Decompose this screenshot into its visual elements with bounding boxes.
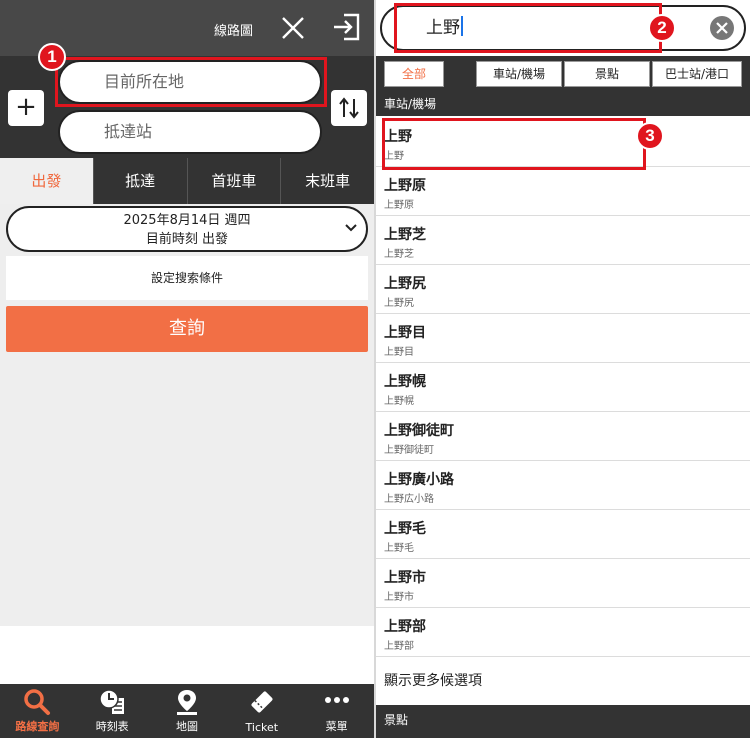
filter-spots[interactable]: 景點	[564, 61, 650, 87]
result-reading: 上野尻	[384, 298, 414, 309]
more-dots-icon	[324, 697, 349, 703]
result-row[interactable]: 上野幌 上野幌	[376, 363, 750, 412]
map-pin-icon	[176, 690, 197, 715]
result-name: 上野尻	[384, 276, 426, 292]
result-reading: 上野毛	[384, 543, 414, 554]
result-reading: 上野幌	[384, 396, 414, 407]
result-name: 上野部	[384, 619, 426, 635]
filter-bar: 全部 車站/機場 景點 巴士站/港口	[376, 56, 750, 92]
nav-route-search[interactable]: 路線查詢	[0, 684, 75, 738]
result-row[interactable]: 上野原 上野原	[376, 167, 750, 216]
ticket-icon	[251, 691, 273, 713]
result-row[interactable]: 上野廣小路 上野広小路	[376, 461, 750, 510]
highlight-box-search	[394, 3, 662, 53]
tab-last-train[interactable]: 末班車	[280, 158, 374, 204]
nav-label: 路線查詢	[15, 720, 60, 733]
show-more-candidates[interactable]: 顯示更多候選項	[376, 657, 750, 705]
result-reading: 上野部	[384, 641, 414, 652]
highlight-box-departure	[55, 57, 327, 107]
result-name: 上野芝	[384, 227, 426, 243]
result-row[interactable]: 上野部 上野部	[376, 608, 750, 657]
result-name: 上野目	[384, 325, 426, 341]
bottom-nav: 路線查詢 時刻表 地圖 Ticket 菜單	[0, 684, 374, 738]
swap-icon	[339, 97, 359, 119]
nav-map[interactable]: 地圖	[150, 684, 225, 738]
route-map-link[interactable]: 線路圖	[214, 20, 253, 39]
filter-stations[interactable]: 車站/機場	[476, 61, 562, 87]
add-via-button[interactable]: +	[8, 90, 44, 126]
station-search-panel: 上野 2 全部 車站/機場 景點 巴士站/港口 車站/機場 上野 上野 上野原 …	[376, 0, 750, 738]
nav-label: 地圖	[175, 720, 198, 733]
highlight-box-first-result	[382, 118, 646, 170]
nav-timetable[interactable]: 時刻表	[75, 684, 150, 738]
section-header-spots: 景點	[376, 705, 750, 738]
search-mode-tabs: 出發 抵達 首班車 末班車	[0, 158, 374, 204]
step-badge-3: 3	[636, 122, 664, 150]
tab-departure[interactable]: 出發	[0, 158, 93, 204]
content-spacer	[0, 626, 374, 684]
result-reading: 上野広小路	[384, 494, 434, 505]
nav-label: 時刻表	[95, 720, 129, 733]
result-row[interactable]: 上野市 上野市	[376, 559, 750, 608]
nav-label: 菜單	[325, 720, 348, 733]
clock-timetable-icon	[99, 689, 125, 714]
filter-bus-ports[interactable]: 巴士站/港口	[652, 61, 742, 87]
result-row[interactable]: 上野芝 上野芝	[376, 216, 750, 265]
result-name: 上野原	[384, 178, 426, 194]
section-header-stations: 車站/機場	[376, 92, 750, 116]
clear-search-button[interactable]	[710, 16, 734, 40]
result-reading: 上野御徒町	[384, 445, 434, 456]
search-icon	[24, 689, 51, 715]
result-reading: 上野目	[384, 347, 414, 358]
tab-first-train[interactable]: 首班車	[186, 158, 281, 204]
query-button[interactable]: 查詢	[6, 306, 368, 352]
result-row[interactable]: 上野御徒町 上野御徒町	[376, 412, 750, 461]
result-name: 上野幌	[384, 374, 426, 390]
result-name: 上野廣小路	[384, 472, 454, 488]
result-row[interactable]: 上野毛 上野毛	[376, 510, 750, 559]
date-text: 2025年8月14日 週四	[123, 213, 251, 228]
swap-stations-button[interactable]	[331, 90, 367, 126]
login-icon[interactable]	[330, 10, 364, 44]
result-reading: 上野芝	[384, 249, 414, 260]
result-name: 上野市	[384, 570, 426, 586]
arrival-field[interactable]: 抵達站	[58, 110, 322, 154]
result-reading: 上野市	[384, 592, 414, 603]
search-header: 上野 2	[376, 0, 750, 56]
result-name: 上野毛	[384, 521, 426, 537]
result-row[interactable]: 上野尻 上野尻	[376, 265, 750, 314]
step-badge-2: 2	[648, 14, 676, 42]
search-conditions-button[interactable]: 設定搜索條件	[6, 256, 368, 300]
step-badge-1: 1	[38, 43, 66, 71]
route-search-panel: 線路圖 + 目前所在地 抵達站 1 出發 抵達 首班車 末班車 2025年8月1…	[0, 0, 374, 738]
chevron-down-icon	[345, 224, 357, 232]
date-time-selector[interactable]: 2025年8月14日 週四 目前時刻 出發	[6, 206, 368, 252]
tab-arrival[interactable]: 抵達	[92, 158, 187, 204]
result-reading: 上野原	[384, 200, 414, 211]
close-icon	[716, 22, 728, 34]
result-name: 上野御徒町	[384, 423, 454, 439]
nav-ticket[interactable]: Ticket	[224, 684, 299, 738]
result-row[interactable]: 上野目 上野目	[376, 314, 750, 363]
time-mode-text: 目前時刻 出發	[145, 232, 229, 247]
close-icon[interactable]	[278, 12, 308, 44]
nav-menu[interactable]: 菜單	[299, 684, 374, 738]
nav-label: Ticket	[245, 721, 279, 734]
filter-all[interactable]: 全部	[384, 61, 444, 87]
